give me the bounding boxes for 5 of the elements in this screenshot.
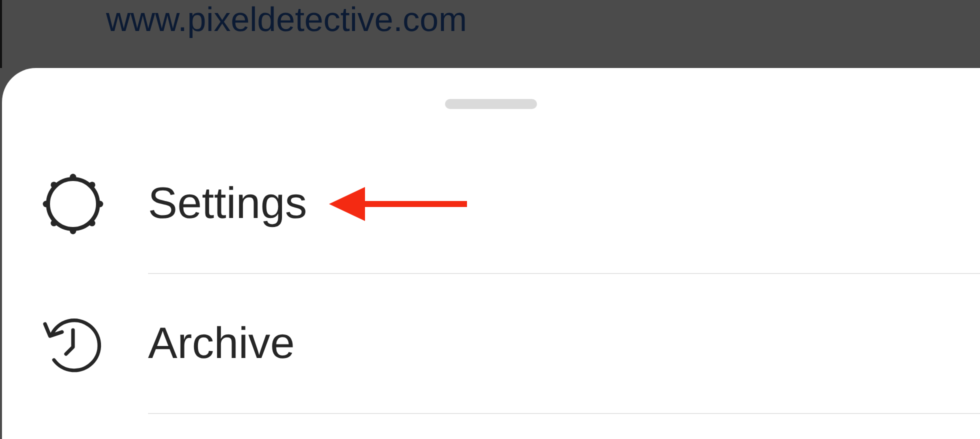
url-text: www.pixeldetective.com	[106, 0, 467, 40]
gear-icon	[41, 172, 105, 236]
drag-handle[interactable]	[445, 99, 537, 109]
menu-item[interactable]: Settings	[148, 178, 307, 228]
menu-item[interactable]: Archive	[148, 318, 295, 368]
